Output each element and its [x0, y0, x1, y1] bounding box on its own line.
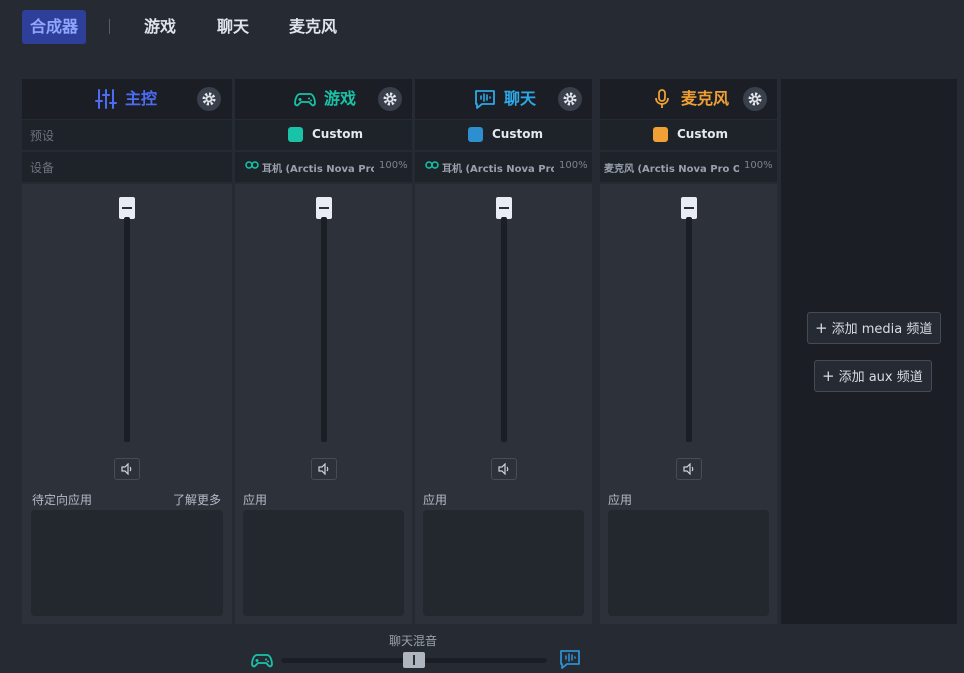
chat-channel: 聊天 Custom 耳机 (Arctis Nova Pro... 100% 应用 [415, 79, 592, 624]
device-selector[interactable]: 耳机 (Arctis Nova Pro... 100% [415, 152, 592, 182]
preset-selector[interactable]: Custom [600, 120, 777, 150]
settings-button[interactable] [378, 87, 402, 111]
chat-icon [560, 650, 580, 669]
volume-slider[interactable] [501, 217, 507, 442]
mute-button[interactable] [114, 458, 140, 480]
device-name: 麦克风 (Arctis Nova Pro O... [604, 164, 739, 175]
volume-slider-handle[interactable] [496, 197, 512, 219]
device-volume: 100% [559, 160, 588, 171]
tab-chat[interactable]: 聊天 [217, 10, 249, 44]
top-nav: 合成器 游戏 聊天 麦克风 [0, 0, 964, 56]
apps-label: 待定向应用 [32, 493, 93, 507]
preset-value: Custom [312, 127, 363, 141]
volume-slider-handle[interactable] [681, 197, 697, 219]
microphone-channel: 麦克风 Custom 麦克风 (Arctis Nova Pro O... 100… [600, 79, 777, 624]
gear-icon [383, 92, 397, 106]
preset-selector[interactable]: Custom [235, 120, 412, 150]
channel-title: 聊天 [475, 89, 536, 109]
sliders-icon [95, 89, 117, 109]
mute-button[interactable] [676, 458, 702, 480]
microphone-icon [655, 89, 669, 108]
settings-button[interactable] [743, 87, 767, 111]
channel-header: 聊天 [415, 79, 592, 119]
game-channel: 游戏 Custom 耳机 (Arctis Nova Pro... 100% 应用 [235, 79, 412, 624]
channel-header: 主控 [22, 79, 232, 119]
apps-drop-area[interactable] [243, 510, 404, 616]
device-name: 耳机 (Arctis Nova Pro... [442, 164, 554, 175]
speaker-icon [121, 463, 132, 475]
link-icon [425, 161, 439, 169]
volume-slider[interactable] [686, 217, 692, 442]
master-channel: 主控 预设 设备 待定向应用 了解更多 [22, 79, 232, 624]
volume-slider-handle[interactable] [119, 197, 135, 219]
volume-slider[interactable] [321, 217, 327, 442]
speaker-icon [318, 463, 329, 475]
device-name: 耳机 (Arctis Nova Pro... [262, 164, 374, 175]
channel-title: 麦克风 [655, 89, 729, 109]
gear-icon [202, 92, 216, 106]
chatmix-slider-handle[interactable] [403, 652, 425, 668]
device-volume: 100% [744, 160, 773, 171]
gamepad-icon [294, 93, 316, 107]
apps-label: 应用 [243, 493, 268, 507]
channel-header: 游戏 [235, 79, 412, 119]
channel-title: 主控 [95, 89, 157, 109]
channel-title: 游戏 [294, 89, 356, 109]
device-selector[interactable]: 耳机 (Arctis Nova Pro... 100% [235, 152, 412, 182]
device-row: 设备 [22, 152, 232, 182]
nav-divider [109, 19, 110, 34]
apps-label: 应用 [423, 493, 448, 507]
channel-header: 麦克风 [600, 79, 777, 119]
tab-microphone[interactable]: 麦克风 [289, 10, 337, 44]
gamepad-icon [251, 654, 273, 668]
mute-button[interactable] [311, 458, 337, 480]
microphone-icon [653, 127, 668, 142]
plus-icon: + [822, 367, 835, 385]
mute-button[interactable] [491, 458, 517, 480]
link-icon [245, 161, 259, 169]
plus-icon: + [815, 319, 828, 337]
settings-button[interactable] [197, 87, 221, 111]
preset-selector[interactable]: Custom [415, 120, 592, 150]
tab-mixer[interactable]: 合成器 [22, 10, 87, 44]
device-selector[interactable]: 麦克风 (Arctis Nova Pro O... 100% [600, 152, 777, 182]
preset-row: 预设 [22, 120, 232, 150]
chatmix-label: 聊天混音 [389, 634, 438, 648]
speaker-icon [683, 463, 694, 475]
add-media-channel-button[interactable]: + 添加 media 频道 [807, 312, 942, 344]
gear-icon [748, 92, 762, 106]
gamepad-icon [288, 127, 303, 142]
chat-icon [468, 127, 483, 142]
settings-button[interactable] [558, 87, 582, 111]
preset-label: 预设 [30, 129, 55, 143]
apps-label: 应用 [608, 493, 633, 507]
chat-icon [475, 90, 495, 109]
apps-drop-area[interactable] [31, 510, 223, 616]
device-volume: 100% [379, 160, 408, 171]
add-channel-area: + 添加 media 频道 + 添加 aux 频道 [781, 79, 957, 624]
volume-slider[interactable] [124, 217, 130, 442]
volume-slider-handle[interactable] [316, 197, 332, 219]
apps-drop-area[interactable] [608, 510, 769, 616]
chatmix-panel: 聊天混音 [235, 624, 592, 673]
add-aux-channel-button[interactable]: + 添加 aux 频道 [814, 360, 932, 392]
preset-value: Custom [492, 127, 543, 141]
gear-icon [563, 92, 577, 106]
apps-drop-area[interactable] [423, 510, 584, 616]
tab-game[interactable]: 游戏 [144, 10, 176, 44]
preset-value: Custom [677, 127, 728, 141]
speaker-icon [498, 463, 509, 475]
device-label: 设备 [30, 161, 55, 175]
learn-more-link[interactable]: 了解更多 [173, 491, 221, 508]
